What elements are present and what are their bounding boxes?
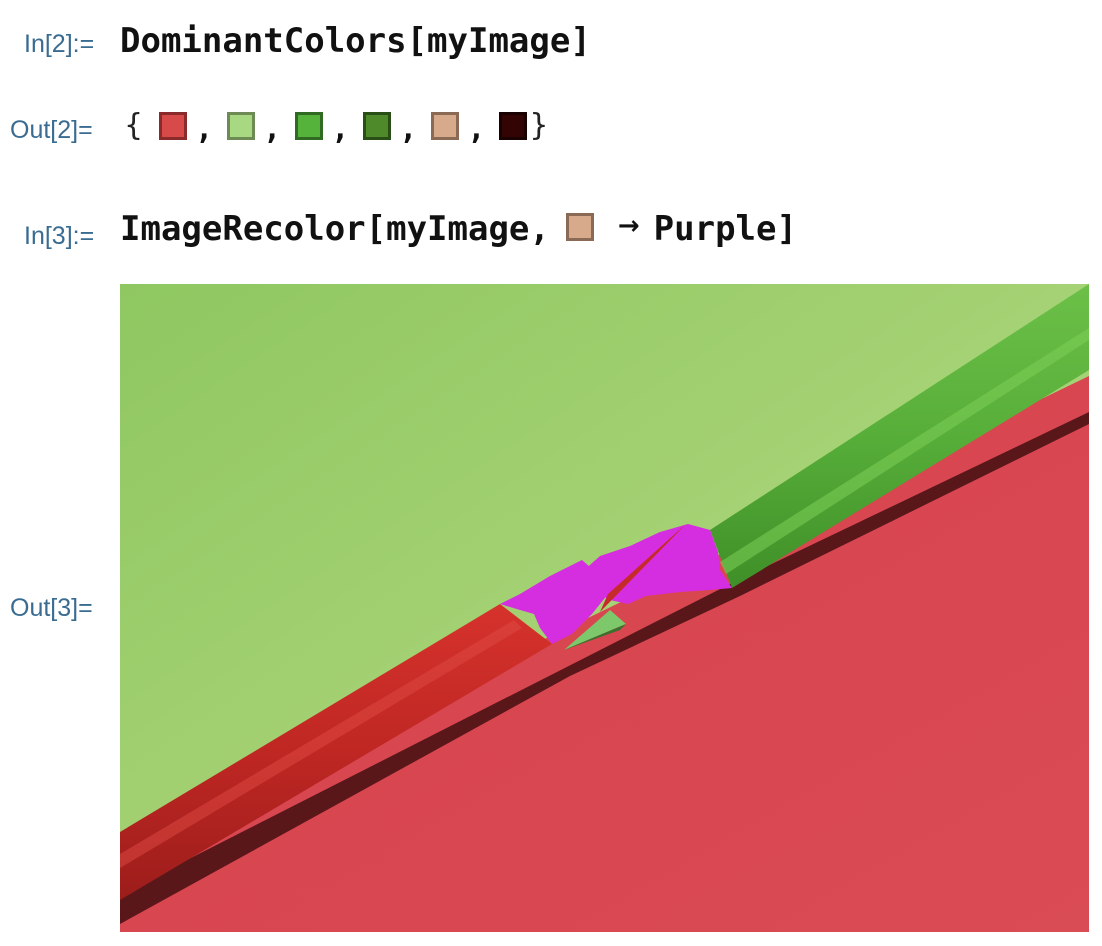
light-green-color-swatch[interactable] (227, 111, 256, 140)
input-label-3: In[3]:= (24, 222, 95, 250)
output-label-3: Out[3]= (10, 594, 93, 622)
list-separator: , (263, 112, 282, 147)
output-label-2: Out[2]= (10, 116, 93, 144)
code-prefix: ImageRecolor[myImage, (120, 209, 550, 249)
list-separator: , (399, 112, 418, 147)
dark-brown-color-swatch[interactable] (499, 111, 528, 140)
open-brace: { (124, 108, 144, 143)
tan-color-swatch-inline[interactable] (565, 213, 594, 241)
list-separator: , (195, 112, 214, 147)
recolored-pencils-image[interactable] (120, 284, 1089, 932)
tan-color-swatch[interactable] (431, 111, 460, 140)
green-color-swatch[interactable] (295, 111, 324, 140)
rule-arrow-icon: → (617, 211, 640, 241)
input-label-2: In[2]:= (24, 30, 95, 58)
input-code-image-recolor[interactable]: ImageRecolor[myImage, → Purple] (120, 209, 797, 249)
code-suffix: Purple] (653, 209, 797, 249)
red-color-swatch[interactable] (159, 111, 188, 140)
input-code-dominant-colors[interactable]: DominantColors[myImage] (120, 21, 591, 61)
list-separator: , (467, 112, 486, 147)
list-separator: , (331, 112, 350, 147)
dark-green-color-swatch[interactable] (363, 111, 392, 140)
dominant-colors-output[interactable]: { ,,,,, } (124, 108, 549, 147)
close-brace: } (529, 108, 549, 143)
